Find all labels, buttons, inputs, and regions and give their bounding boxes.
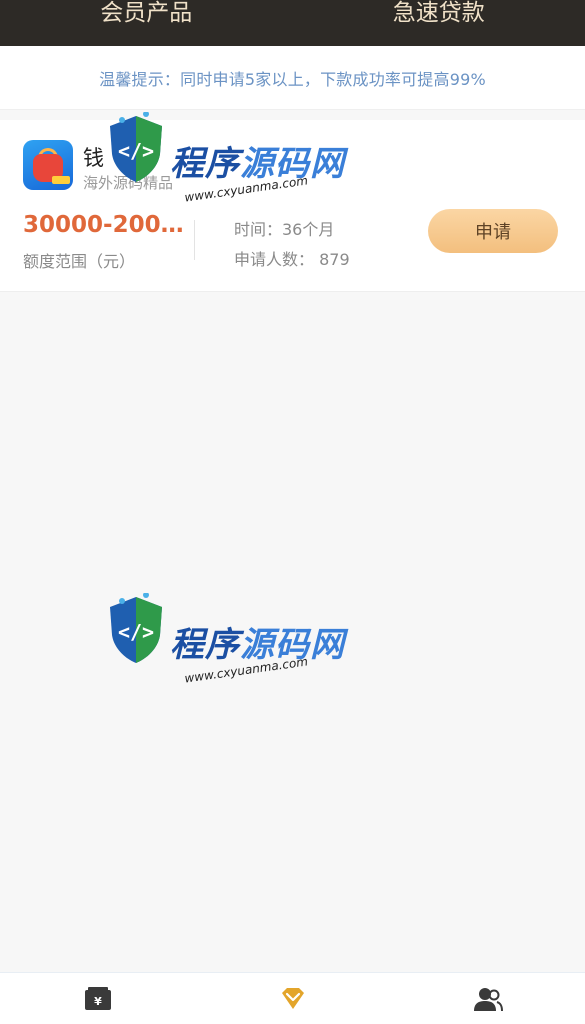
- svg-text:</>: </>: [118, 139, 154, 163]
- loan-term: 时间：36个月: [234, 220, 335, 239]
- nav-item-loans[interactable]: ¥: [0, 973, 195, 1024]
- svg-text:¥: ¥: [94, 995, 102, 1008]
- diamond-icon: [281, 987, 304, 1009]
- nav-item-member[interactable]: [195, 973, 390, 1024]
- tab-quick-loan-label: 急速贷款: [392, 0, 485, 26]
- nav-item-profile[interactable]: [390, 973, 585, 1024]
- divider: [194, 220, 195, 260]
- svg-text:</>: </>: [118, 620, 154, 644]
- wallet-icon: ¥: [84, 986, 111, 1010]
- applicant-count: 申请人数： 879: [234, 250, 350, 269]
- users-icon: [473, 987, 503, 1011]
- bottom-nav: ¥: [0, 972, 585, 1024]
- shield-code-icon: </>: [110, 593, 162, 663]
- shield-code-icon: </>: [110, 112, 162, 182]
- notice-banner: 温馨提示：同时申请5家以上，下款成功率可提高99%: [0, 46, 585, 110]
- notice-text: 温馨提示：同时申请5家以上，下款成功率可提高99%: [99, 69, 486, 89]
- watermark-title: 程序源码网: [170, 625, 345, 665]
- amount-range-label: 额度范围（元）: [23, 252, 136, 271]
- app-logo-icon: [23, 140, 73, 190]
- top-tab-bar: 会员产品 急速贷款: [0, 0, 585, 46]
- apply-button[interactable]: 申请: [428, 209, 558, 253]
- tab-member-products[interactable]: 会员产品: [0, 0, 293, 46]
- watermark-logo: </> 程序源码网 www.cxyuanma.com: [104, 593, 354, 693]
- tab-member-products-label: 会员产品: [100, 0, 193, 26]
- watermark-logo: </> 程序源码网 www.cxyuanma.com: [104, 112, 354, 212]
- amount-range: 30000-2000...: [23, 212, 195, 238]
- product-name: 钱: [83, 146, 104, 170]
- tab-quick-loan[interactable]: 急速贷款: [293, 0, 585, 46]
- watermark-title: 程序源码网: [170, 144, 345, 184]
